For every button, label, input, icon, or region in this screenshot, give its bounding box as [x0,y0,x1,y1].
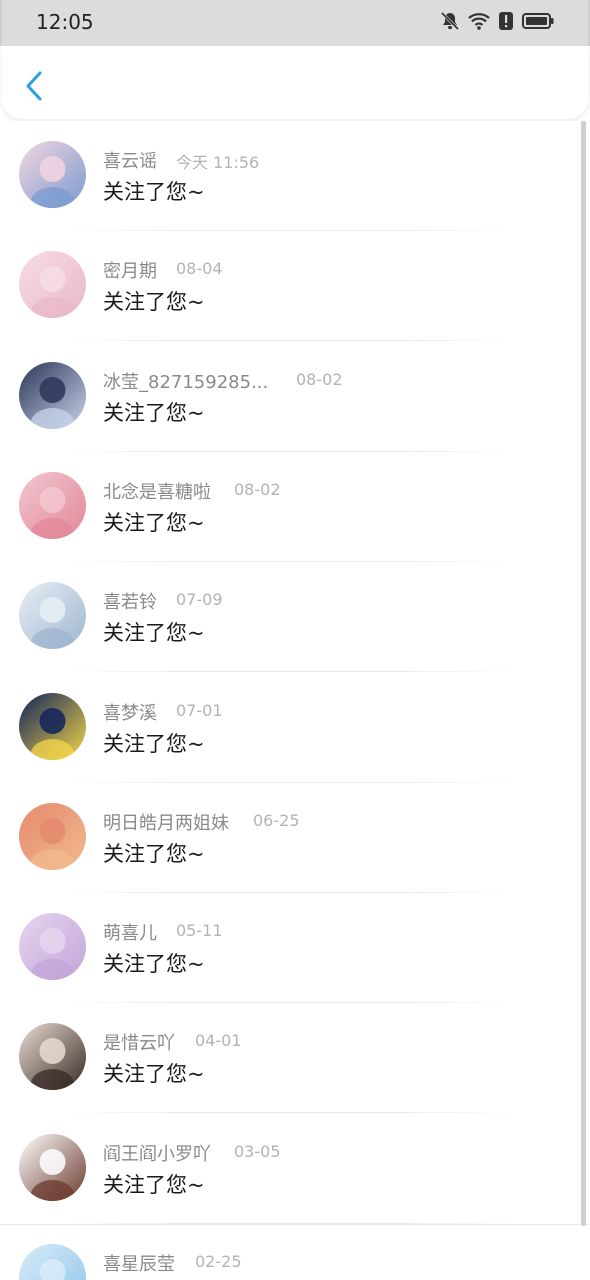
avatar[interactable] [19,1133,86,1201]
notification-message: 关注了您~ [103,180,205,204]
user-name[interactable]: 喜若铃 [103,588,157,614]
status-bar: 12:05 [0,0,590,46]
notification-message: 关注了您~ [103,510,205,535]
user-name[interactable]: 萌喜儿 [103,919,157,945]
avatar[interactable] [19,582,86,650]
user-name[interactable]: 阎王阎小罗吖 [103,1140,211,1166]
notification-item[interactable]: 冰莹_827159285... 08-02 关注了您~ [0,342,580,452]
timestamp: 07-09 [176,590,223,610]
timestamp: 08-04 [176,259,223,279]
notification-item[interactable]: 北念是喜糖啦 08-02 关注了您~ [0,452,580,562]
avatar[interactable] [19,251,86,319]
wifi-icon [468,11,490,31]
user-name[interactable]: 是惜云吖 [103,1029,175,1055]
notification-message: 关注了您~ [103,621,205,646]
timestamp: 05-11 [176,921,223,941]
user-name[interactable]: 冰莹_827159285... [103,368,268,394]
avatar[interactable] [19,141,86,208]
bell-off-icon [440,11,460,31]
notification-message: 关注了您~ [103,290,205,315]
notification-message: 关注了您~ [103,731,205,756]
notification-item[interactable]: 是惜云吖 04-01 关注了您~ [0,1003,580,1114]
notification-item[interactable]: 萌喜儿 05-11 关注了您~ [0,893,580,1004]
notification-item[interactable]: 喜梦溪 07-01 关注了您~ [0,673,580,783]
timestamp: 07-01 [176,700,223,720]
notification-item[interactable]: 喜云谣 今天 11:56 关注了您~ [0,121,580,231]
avatar[interactable] [19,471,86,539]
timestamp: 03-05 [234,1141,281,1161]
notification-message: 关注了您~ [103,1172,205,1197]
top-nav-bar [2,46,588,119]
chevron-left-icon [26,71,42,101]
notification-message: 关注了您~ [103,952,205,977]
user-name[interactable]: 密月期 [103,257,157,283]
battery-icon [522,11,554,31]
user-name[interactable]: 喜梦溪 [103,699,157,725]
notification-list[interactable]: 喜云谣 今天 11:56 关注了您~ 密月期 08-04 关注了您~ 冰莹_82715928… [0,121,590,1280]
avatar[interactable] [19,802,86,870]
timestamp: 08-02 [296,369,343,389]
alert-icon [498,11,514,31]
back-button[interactable] [20,68,50,104]
user-name[interactable]: 喜云谣 [103,147,157,173]
notification-message: 关注了您~ [103,841,205,866]
avatar[interactable] [19,692,86,760]
user-name[interactable]: 喜星辰莹 [103,1250,175,1276]
status-icons [440,11,554,31]
avatar[interactable] [19,1023,86,1091]
user-name[interactable]: 明日皓月两姐妹 [103,809,229,835]
divider [0,1224,590,1225]
notification-item[interactable]: 明日皓月两姐妹 06-25 关注了您~ [0,783,580,893]
user-name[interactable]: 北念是喜糖啦 [103,478,211,504]
timestamp: 今天 11:56 [176,153,260,172]
timestamp: 08-02 [234,479,281,499]
scrollbar[interactable] [581,121,586,1226]
timestamp: 04-01 [195,1031,242,1051]
notification-item[interactable]: 喜若铃 07-09 关注了您~ [0,562,580,673]
status-time: 12:05 [36,10,94,34]
timestamp: 06-25 [253,810,300,830]
notification-message: 关注了您~ [103,400,205,425]
notification-message: 关注了您~ [103,1062,205,1087]
timestamp: 02-25 [195,1252,242,1271]
avatar[interactable] [19,361,86,429]
notification-item[interactable]: 阎王阎小罗吖 03-05 关注了您~ [0,1114,580,1224]
avatar[interactable] [19,1244,86,1280]
notification-item[interactable]: 密月期 08-04 关注了您~ [0,231,580,342]
avatar[interactable] [19,913,86,981]
notification-item[interactable]: 喜星辰莹 02-25 [0,1224,580,1280]
